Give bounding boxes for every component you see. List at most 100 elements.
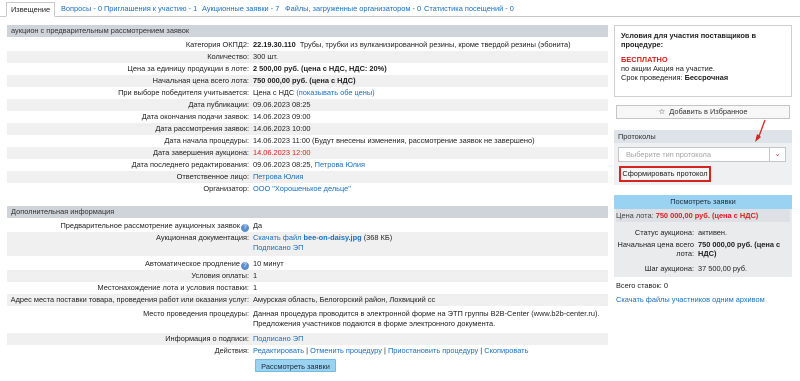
- row-value: 09.06.2023 08:25, Петрова Юлия: [253, 160, 366, 169]
- row-value: 1: [253, 271, 258, 280]
- row-publish-date: Дата публикации: 09.06.2023 08:25: [7, 99, 608, 111]
- row-quantity: Количество: 300 шт.: [7, 51, 608, 63]
- tab-questions[interactable]: Вопросы - 0: [57, 2, 106, 17]
- protocol-type-select[interactable]: Выберите тип протокола ⌄: [618, 147, 786, 162]
- row-value: Редактировать | Отменить процедуру | При…: [253, 346, 529, 355]
- star-icon: ☆: [658, 107, 666, 116]
- row-label: Количество:: [207, 52, 249, 61]
- row-label: Дата публикации:: [188, 100, 249, 109]
- row-label: Место проведения процедуры:: [143, 309, 249, 318]
- row-actions: Действия: Редактировать | Отменить проце…: [7, 345, 608, 357]
- row-label: Предварительное рассмотрение аукционных …: [7, 220, 249, 232]
- organizer-link[interactable]: ООО "Хорошенькое дельце": [253, 183, 351, 195]
- suspend-procedure-link[interactable]: Приостановить процедуру: [388, 346, 478, 355]
- row-okpd: Категория ОКПД2: 22.19.30.110 Трубы, тру…: [7, 39, 608, 51]
- help-icon[interactable]: ?: [241, 262, 249, 270]
- row-delivery-address: Адрес места поставки товара, проведения …: [7, 294, 608, 306]
- participation-conditions: Условия для участия поставщиков в процед…: [614, 25, 792, 97]
- tab-notice[interactable]: Извещение: [6, 2, 56, 17]
- row-label: Дата завершения аукциона:: [153, 148, 249, 157]
- row-start-price: Начальная цена всего лота: 750 000,00 ру…: [7, 75, 608, 87]
- review-bids-button[interactable]: Рассмотреть заявки: [255, 359, 336, 372]
- annotation-arrow-icon: [755, 119, 766, 142]
- row-value: 750 000,00 руб. (цена с НДС): [253, 76, 356, 85]
- row-label: Цена за единицу продукции в лоте:: [127, 64, 249, 73]
- tab-visit-stats[interactable]: Статистика посещений - 0: [420, 2, 518, 17]
- chevron-down-icon[interactable]: ⌄: [769, 148, 785, 161]
- protocols-panel: Выберите тип протокола ⌄ Сформировать пр…: [614, 143, 792, 185]
- select-placeholder: Выберите тип протокола: [626, 150, 711, 159]
- row-value: 300 шт.: [253, 52, 278, 61]
- row-value: 09.06.2023 08:25: [253, 100, 311, 109]
- row-value: Данная процедура проводится в электронно…: [253, 309, 600, 328]
- download-participant-files-link[interactable]: Скачать файлы участников одним архивом: [616, 295, 765, 304]
- row-payment-terms: Условия оплаты: 1: [7, 270, 608, 282]
- row-label: Аукционная документация:: [155, 233, 249, 242]
- copy-link[interactable]: Скопировать: [484, 346, 528, 355]
- row-value: 22.19.30.110 Трубы, трубки из вулканизир…: [253, 40, 571, 49]
- row-value: Да: [253, 221, 263, 230]
- add-to-favorites-button[interactable]: ☆ Добавить в Избранное: [616, 105, 790, 119]
- row-label: При выборе победителя учитывается:: [118, 88, 249, 97]
- row-value: 14.06.2023 11:00 (Будут внесены изменени…: [253, 136, 535, 145]
- edit-link[interactable]: Редактировать: [253, 346, 304, 355]
- auction-summary: Цена лота: 750 000,00 руб. (цена с НДС) …: [614, 209, 792, 277]
- auction-details: аукцион с предварительным рассмотрением …: [7, 25, 608, 381]
- row-label: Адрес места поставки товара, проведения …: [10, 295, 249, 304]
- row-label: Действия:: [214, 346, 249, 355]
- row-winner-criteria: При выборе победителя учитывается: Цена …: [7, 87, 608, 99]
- row-last-edit: Дата последнего редактирования: 09.06.20…: [7, 159, 608, 171]
- row-label: Информация о подписи:: [165, 334, 249, 343]
- row-label: Условия оплаты:: [191, 271, 249, 280]
- lot-price: Цена лота: 750 000,00 руб. (цена с НДС): [616, 209, 790, 222]
- row-value: 1: [253, 283, 258, 292]
- row-documentation: Аукционная документация: Скачать файл be…: [7, 232, 608, 256]
- period: Срок проведения: Бессрочная: [621, 73, 729, 82]
- row-signature-info: Информация о подписи: Подписано ЭП: [7, 333, 608, 345]
- row-label: Дата начала процедуры:: [164, 136, 249, 145]
- row-procedure-venue: Место проведения процедуры: Данная проце…: [7, 308, 608, 332]
- tab-organizer-files[interactable]: Файлы, загруженные организатором - 0: [281, 2, 425, 17]
- row-value: 14.06.2023 10:00: [253, 124, 311, 133]
- row-value: 14.06.2023 12:00: [253, 148, 311, 157]
- editor-link[interactable]: Петрова Юлия: [315, 160, 365, 169]
- section-header-auction: аукцион с предварительным рассмотрением …: [7, 25, 608, 37]
- row-label: Местонахождение лота и условия поставки:: [97, 283, 249, 292]
- show-both-prices-link[interactable]: (показывать обе цены): [296, 88, 374, 97]
- row-submission-end: Дата окончания подачи заявок: 14.06.2023…: [7, 111, 608, 123]
- promo-text: по акции Акция на участие.: [621, 64, 715, 73]
- row-label: Дата последнего редактирования:: [131, 160, 249, 169]
- row-label: Категория ОКПД2:: [185, 40, 249, 49]
- tab-bar: Извещение Вопросы - 0 Приглашения к учас…: [0, 0, 800, 17]
- responsible-link[interactable]: Петрова Юлия: [253, 171, 303, 183]
- row-label: Дата рассмотрения заявок:: [155, 124, 249, 133]
- row-responsible: Ответственное лицо: Петрова Юлия: [7, 171, 608, 183]
- free-label: БЕСПЛАТНО: [621, 55, 668, 64]
- row-label: Автоматическое продление?: [7, 258, 249, 270]
- download-file-link[interactable]: Скачать файл bee-on-daisy.jpg: [253, 233, 362, 242]
- row-value: Амурская область, Белогорский район, Лох…: [253, 295, 436, 304]
- row-label: Дата окончания подачи заявок:: [141, 112, 249, 121]
- row-label: Начальная цена всего лота:: [152, 76, 249, 85]
- signed-link[interactable]: Подписано ЭП: [253, 243, 303, 252]
- row-value: 10 минут: [253, 259, 284, 268]
- row-value: 2 500,00 руб. (цена с НДС, НДС: 20%): [253, 64, 387, 73]
- generate-protocol-button[interactable]: Сформировать протокол: [619, 166, 711, 182]
- tab-auction-bids[interactable]: Аукционные заявки - 7: [198, 2, 283, 17]
- row-value: Скачать файл bee-on-daisy.jpg (368 КБ) П…: [253, 233, 393, 252]
- row-label: Ответственное лицо:: [176, 172, 249, 181]
- row-unit-price: Цена за единицу продукции в лоте: 2 500,…: [7, 63, 608, 75]
- help-icon[interactable]: ?: [241, 224, 249, 232]
- view-bids-button[interactable]: Посмотреть заявки: [614, 195, 792, 209]
- row-auction-end: Дата завершения аукциона: 14.06.2023 12:…: [7, 147, 608, 159]
- row-value: Цена с НДС (показывать обе цены): [253, 88, 375, 97]
- cancel-procedure-link[interactable]: Отменить процедуру: [310, 346, 382, 355]
- row-preliminary-review: Предварительное рассмотрение аукционных …: [7, 220, 608, 232]
- tab-invitations[interactable]: Приглашения к участию - 1: [100, 2, 201, 17]
- total-bids: Всего ставок: 0: [616, 281, 668, 290]
- signature-link[interactable]: Подписано ЭП: [253, 333, 303, 345]
- row-review-date: Дата рассмотрения заявок: 14.06.2023 10:…: [7, 123, 608, 135]
- row-value: 14.06.2023 09:00: [253, 112, 311, 121]
- row-procedure-start: Дата начала процедуры: 14.06.2023 11:00 …: [7, 135, 608, 147]
- section-header-additional: Дополнительная информация: [7, 206, 608, 218]
